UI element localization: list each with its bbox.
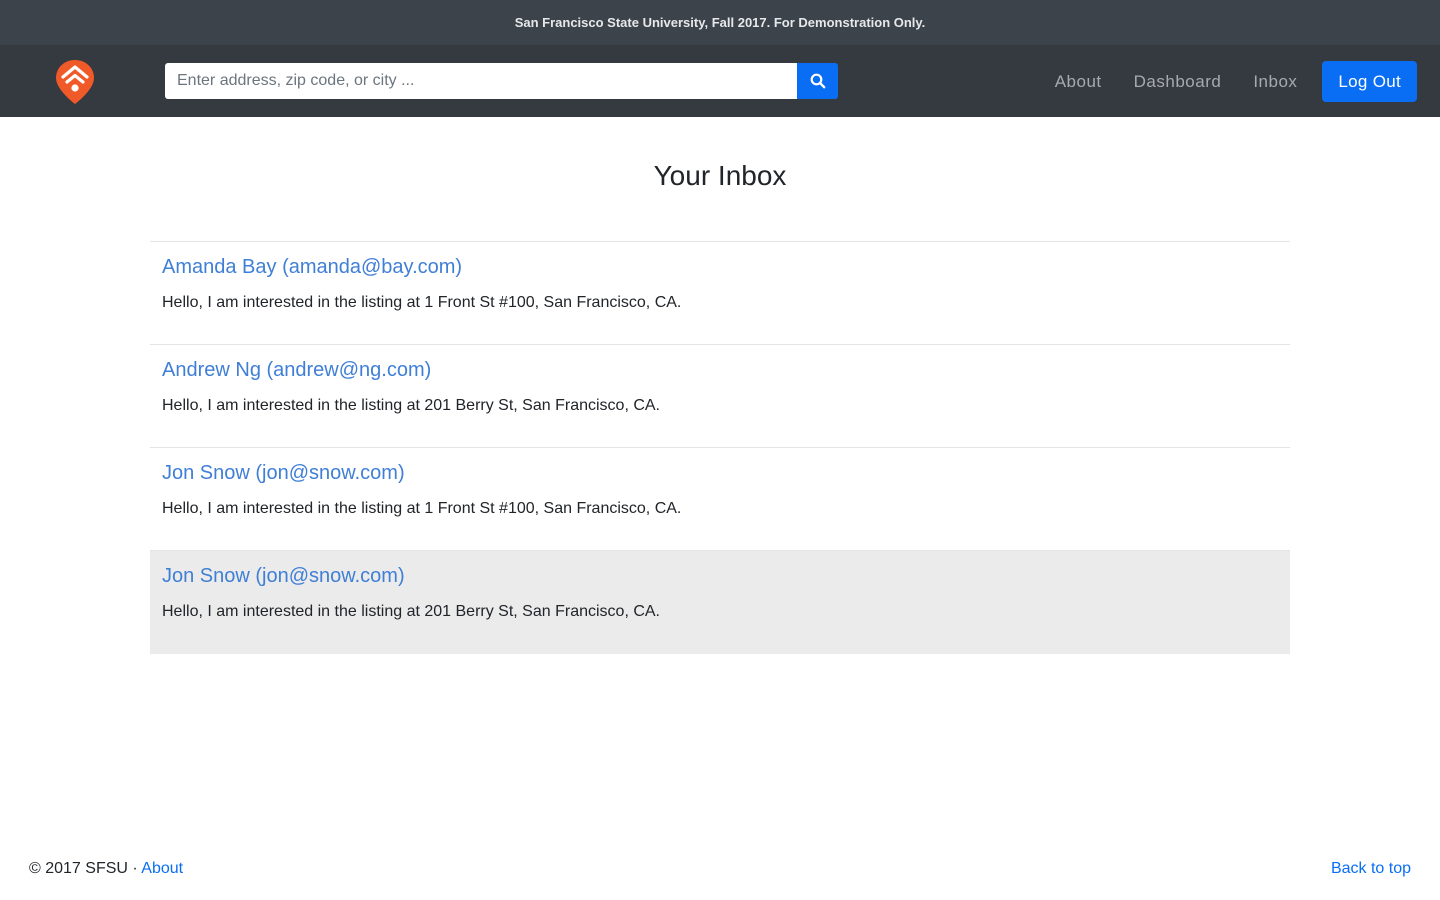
footer-left: © 2017 SFSU · About — [29, 860, 183, 884]
message-item-hovered[interactable]: Jon Snow (jon@snow.com) Hello, I am inte… — [150, 551, 1290, 654]
back-to-top-link[interactable]: Back to top — [1331, 860, 1411, 884]
message-body: Hello, I am interested in the listing at… — [162, 603, 660, 620]
message-sender-link[interactable]: Andrew Ng (andrew@ng.com) — [162, 357, 1278, 383]
message-body: Hello, I am interested in the listing at… — [162, 500, 682, 517]
home-pin-icon[interactable] — [54, 58, 96, 106]
page-title: Your Inbox — [653, 160, 787, 191]
search-bar — [165, 63, 838, 99]
demo-banner-text: San Francisco State University, Fall 201… — [514, 15, 926, 30]
message-item[interactable]: Amanda Bay (amanda@bay.com) Hello, I am … — [150, 242, 1290, 345]
message-body: Hello, I am interested in the listing at… — [162, 294, 682, 311]
footer-about-link[interactable]: About — [141, 860, 183, 877]
search-icon — [810, 73, 825, 89]
search-input[interactable] — [165, 63, 797, 99]
navbar: About Dashboard Inbox Log Out — [0, 45, 1440, 117]
footer: © 2017 SFSU · About Back to top — [0, 860, 1440, 884]
message-body: Hello, I am interested in the listing at… — [162, 397, 660, 414]
inbox-list: Amanda Bay (amanda@bay.com) Hello, I am … — [150, 241, 1290, 654]
nav-inbox-link[interactable]: Inbox — [1253, 72, 1297, 92]
demo-banner: San Francisco State University, Fall 201… — [0, 0, 1440, 45]
nav-about-link[interactable]: About — [1055, 72, 1102, 92]
message-sender-link[interactable]: Amanda Bay (amanda@bay.com) — [162, 254, 1278, 280]
logout-button[interactable]: Log Out — [1322, 61, 1417, 102]
copyright-text: © 2017 SFSU · — [29, 860, 142, 877]
message-sender-link[interactable]: Jon Snow (jon@snow.com) — [162, 460, 1278, 486]
message-item[interactable]: Andrew Ng (andrew@ng.com) Hello, I am in… — [150, 345, 1290, 448]
nav-dashboard-link[interactable]: Dashboard — [1134, 72, 1222, 92]
nav-links: About Dashboard Inbox Log Out — [1055, 61, 1417, 102]
search-button[interactable] — [797, 63, 838, 99]
message-sender-link[interactable]: Jon Snow (jon@snow.com) — [162, 563, 1278, 589]
message-item[interactable]: Jon Snow (jon@snow.com) Hello, I am inte… — [150, 448, 1290, 551]
